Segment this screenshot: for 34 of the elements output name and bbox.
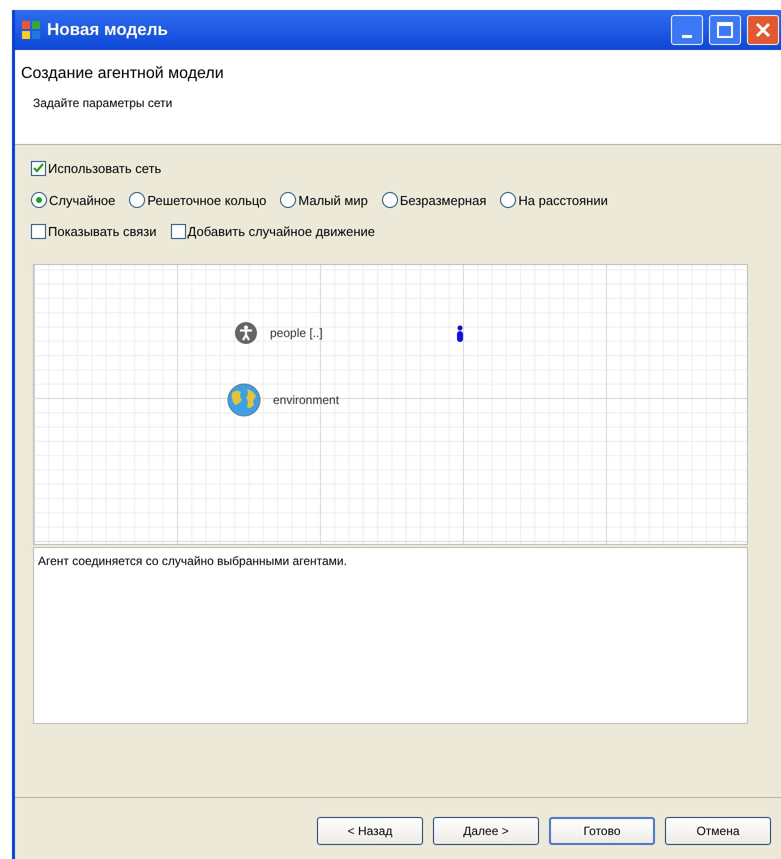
minimize-button[interactable] <box>671 15 703 45</box>
element-label: environment <box>273 392 340 408</box>
radio-label: Решеточное кольцо <box>147 192 266 210</box>
page-title: Создание агентной модели <box>21 64 225 84</box>
dialog-button[interactable]: Далее > <box>433 816 539 844</box>
checkbox[interactable] <box>170 224 186 240</box>
radio-button[interactable] <box>500 192 516 208</box>
radio-label: На расстоянии <box>518 192 608 210</box>
app-logo-icon <box>21 20 41 40</box>
checkbox-label: Добавить случайное движение <box>188 223 376 241</box>
window-title: Новая модель <box>47 19 169 42</box>
person-icon <box>234 320 258 344</box>
checkbox-label: Показывать связи <box>48 223 157 241</box>
person-figure-icon <box>456 324 464 342</box>
maximize-button[interactable] <box>709 15 741 45</box>
element-label: people [..] <box>270 324 323 342</box>
checkbox[interactable] <box>31 224 46 240</box>
globe-icon <box>227 382 261 416</box>
checkbox-label: Использовать сеть <box>48 160 162 178</box>
radio-button[interactable] <box>382 192 398 208</box>
radio-label: Безразмерная <box>400 192 486 210</box>
radio-label: Случайное <box>49 192 116 210</box>
close-icon <box>755 22 771 38</box>
radio-button[interactable] <box>280 192 296 208</box>
description-box: Агент соединяется со случайно выбранными агентами. <box>33 546 748 724</box>
radio-label: Малый мир <box>298 192 368 210</box>
dialog-button[interactable]: Готово <box>549 816 655 844</box>
close-button[interactable] <box>747 15 779 45</box>
radio-button[interactable] <box>31 192 47 208</box>
dialog-button[interactable]: Отмена <box>665 816 771 844</box>
radio-button[interactable] <box>129 192 146 208</box>
page-subtitle: Задайте параметры сети <box>33 95 174 112</box>
checkbox[interactable] <box>31 161 46 176</box>
dialog-button[interactable]: < Назад <box>317 816 423 844</box>
